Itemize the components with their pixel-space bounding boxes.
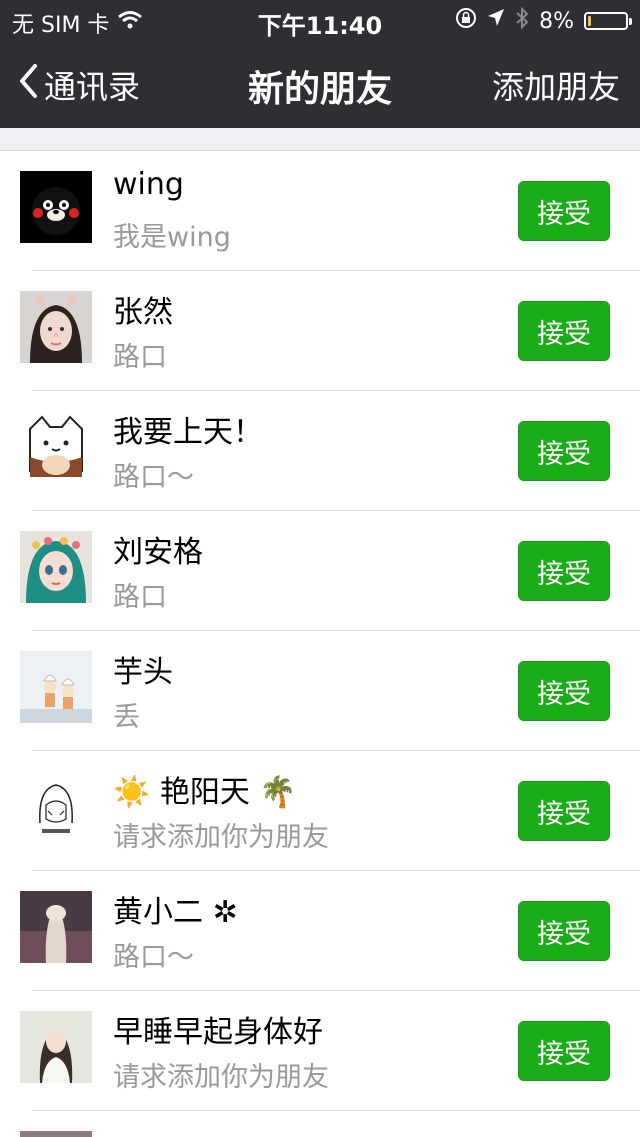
sketch-girl-avatar bbox=[20, 771, 92, 843]
friend-message: 丢 bbox=[113, 702, 140, 733]
status-bar: 无 SIM 卡 下午11:40 8% bbox=[0, 0, 640, 40]
photo-avatar bbox=[20, 891, 92, 963]
accept-button[interactable]: 接受 bbox=[518, 541, 610, 601]
orientation-lock-icon bbox=[455, 7, 477, 35]
chef-figure-avatar bbox=[20, 651, 92, 723]
nav-bar: 通讯录 新的朋友 添加朋友 bbox=[0, 40, 640, 128]
accept-button[interactable]: 接受 bbox=[518, 781, 610, 841]
woman-avatar bbox=[20, 1011, 92, 1083]
accept-button[interactable]: 接受 bbox=[518, 661, 610, 721]
accept-button[interactable]: 接受 bbox=[518, 901, 610, 961]
list-item[interactable]: ☀️ 艳阳天 🌴 请求添加你为朋友 接受 bbox=[0, 751, 640, 871]
avatar bbox=[20, 1131, 92, 1137]
friend-message: 请求添加你为朋友 bbox=[113, 822, 329, 853]
battery-percent: 8% bbox=[539, 8, 574, 34]
accept-button[interactable]: 接受 bbox=[518, 181, 610, 241]
friend-name: 黄小二 ✲ bbox=[113, 895, 238, 930]
friend-name: ☀️ 艳阳天 🌴 bbox=[113, 775, 297, 810]
friend-message: 我是wing bbox=[113, 222, 231, 253]
friend-name: 芋头 bbox=[113, 655, 173, 690]
kumamon-avatar bbox=[20, 171, 92, 243]
cartoon-cat-avatar bbox=[20, 411, 92, 483]
doll-avatar bbox=[20, 531, 92, 603]
list-item[interactable]: 芋头 丢 接受 bbox=[0, 631, 640, 751]
battery-icon bbox=[584, 12, 632, 30]
add-friend-button[interactable]: 添加朋友 bbox=[492, 62, 620, 108]
list-item[interactable]: 我要上天！ 路口～ 接受 bbox=[0, 391, 640, 511]
friend-name: 我要上天！ bbox=[113, 415, 263, 450]
list-item-partial bbox=[0, 1111, 640, 1137]
bluetooth-icon bbox=[515, 6, 529, 35]
location-icon bbox=[487, 8, 505, 34]
accept-button[interactable]: 接受 bbox=[518, 301, 610, 361]
list-item[interactable]: 张然 路口 接受 bbox=[0, 271, 640, 391]
girl-cat-ears-avatar bbox=[20, 291, 92, 363]
friend-message: 路口 bbox=[113, 582, 167, 613]
list-item[interactable]: wing 我是wing 接受 bbox=[0, 151, 640, 271]
friend-name: 早睡早起身体好 bbox=[113, 1015, 323, 1050]
list-item[interactable]: 刘安格 路口 接受 bbox=[0, 511, 640, 631]
friend-request-list: wing 我是wing 接受 张然 路口 接受 我要上天！ 路口～ 接受 刘安格… bbox=[0, 150, 640, 1137]
accept-button[interactable]: 接受 bbox=[518, 1021, 610, 1081]
list-item[interactable]: 黄小二 ✲ 路口～ 接受 bbox=[0, 871, 640, 991]
friend-name: wing bbox=[113, 167, 184, 202]
friend-message: 请求添加你为朋友 bbox=[113, 1062, 329, 1093]
friend-message: 路口 bbox=[113, 342, 167, 373]
accept-button[interactable]: 接受 bbox=[518, 421, 610, 481]
list-item[interactable]: 早睡早起身体好 请求添加你为朋友 接受 bbox=[0, 991, 640, 1111]
friend-name: 张然 bbox=[113, 295, 173, 330]
friend-name: 刘安格 bbox=[113, 535, 203, 570]
friend-message: 路口～ bbox=[113, 462, 194, 493]
friend-message: 路口～ bbox=[113, 942, 194, 973]
